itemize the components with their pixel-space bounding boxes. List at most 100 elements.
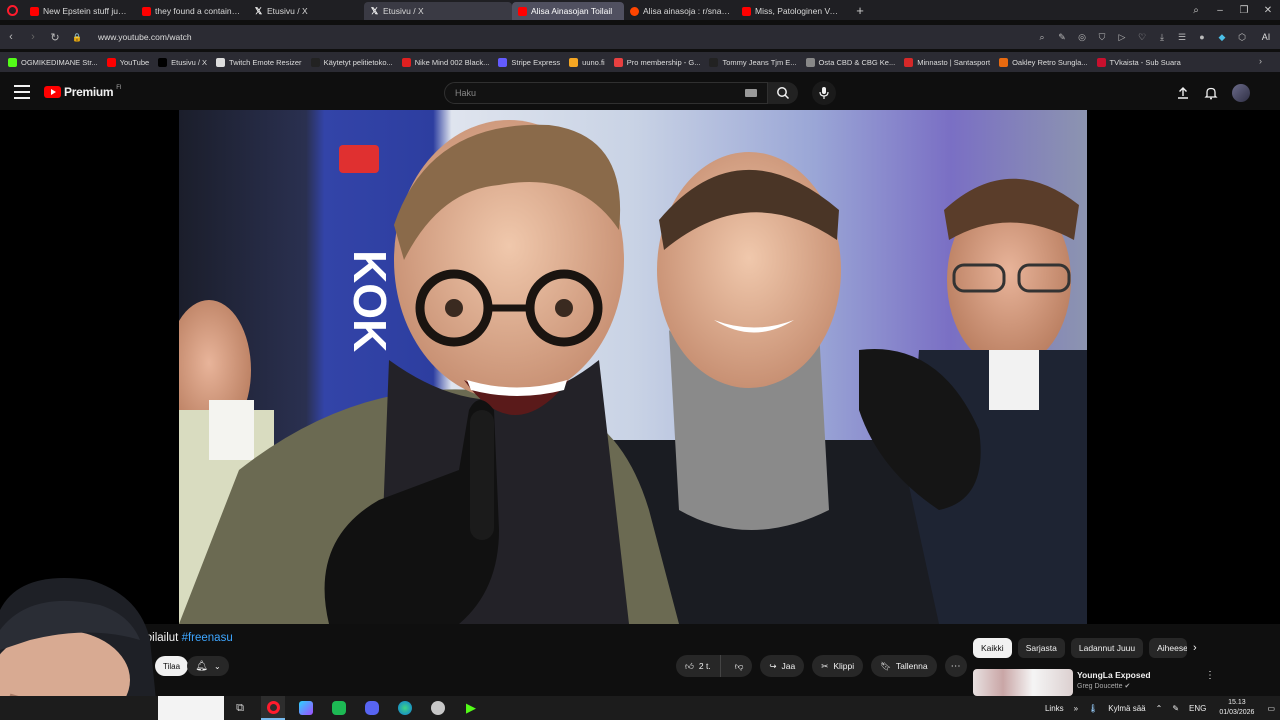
taskbar-search-box[interactable] [158, 696, 224, 720]
shield-icon[interactable]: ⛉ [1092, 32, 1112, 43]
recommended-thumbnail[interactable] [973, 669, 1073, 696]
download-icon[interactable]: ⤓ [1152, 32, 1172, 43]
recommended-channel[interactable]: Greg Doucette ✔ [1077, 682, 1130, 690]
menu-icon[interactable]: ☰ [1172, 32, 1192, 43]
svg-text:KOK: KOK [344, 250, 396, 352]
recommended-title[interactable]: YoungLa Exposed [1077, 670, 1151, 680]
youtube-logo[interactable]: Premium FI [44, 85, 122, 99]
browser-tab[interactable]: they found a container fill [136, 2, 248, 20]
bookmark-item[interactable]: Twitch Emote Resizer [216, 57, 302, 67]
opera-taskbar-icon[interactable] [261, 696, 285, 720]
back-icon[interactable]: ‹ [0, 31, 22, 43]
voice-search-button[interactable] [812, 81, 836, 105]
chip-related[interactable]: Aiheesee [1149, 638, 1188, 658]
new-tab-button[interactable]: + [852, 2, 868, 18]
browser-tab-current[interactable]: Alisa Ainasojan Toilail [512, 2, 624, 20]
notification-settings-button[interactable]: 🔔︎ ⌄ [187, 656, 229, 676]
weather-label[interactable]: Kylmä sää [1103, 704, 1150, 713]
bookmark-item[interactable]: TVkaista - Sub Suara [1096, 57, 1181, 67]
bookmarks-overflow-icon[interactable]: › [1259, 56, 1262, 66]
profile-icon[interactable]: ● [1192, 32, 1212, 42]
save-button[interactable]: 🔖︎ Tallenna [871, 655, 937, 677]
browser-tab[interactable]: 𝕏 Etusivu / X [364, 2, 512, 20]
bookmark-item[interactable]: OGMIKEDIMANE Str... [8, 57, 98, 67]
chevron-right-icon[interactable]: » [1069, 704, 1083, 713]
extension-icon[interactable]: ◆ [1212, 32, 1232, 43]
search-input[interactable] [455, 88, 735, 98]
bookmark-item[interactable]: Osta CBD & CBG Ke... [805, 57, 895, 67]
camera-icon[interactable]: ◎ [1072, 32, 1092, 43]
bookmark-item[interactable]: Nike Mind 002 Black... [401, 57, 489, 67]
hashtag-link[interactable]: #freenasu [182, 632, 233, 644]
clock[interactable]: 15.13 01/03/2026 [1211, 698, 1262, 718]
bookmark-item[interactable]: Etusivu / X [158, 57, 207, 67]
bookmark-item[interactable]: Oakley Retro Sungla... [999, 57, 1088, 67]
recommendation-chips: Kaikki Sarjasta Ladannut Juuu Aiheesee [973, 638, 1188, 658]
bookmark-item[interactable]: Stripe Express [498, 57, 560, 67]
bookmark-item[interactable]: Tommy Jeans Tjm E... [709, 57, 797, 67]
chip-uploader[interactable]: Ladannut Juuu [1070, 638, 1144, 658]
chip-from-series[interactable]: Sarjasta [1017, 638, 1065, 658]
subscribe-button[interactable]: Tilaa [155, 656, 189, 676]
recommended-channel-name: Greg Doucette [1077, 683, 1123, 690]
video-actions: 👍︎ 2 t. 👎︎ ↪ Jaa ✂ Klippi 🔖︎ Tallenna ⋯ [676, 655, 967, 677]
search-icon[interactable]: ⌕ [1032, 32, 1052, 43]
browser-tab[interactable]: 𝕏 Etusivu / X [248, 2, 364, 20]
reload-icon[interactable]: ↻ [44, 31, 66, 44]
spotify-like-taskbar-icon[interactable] [327, 696, 351, 720]
pen-icon[interactable]: ✎ [1167, 704, 1184, 713]
maximize-icon[interactable]: ❐ [1232, 5, 1256, 16]
browser-tab[interactable]: Alisa ainasoja : r/snappis [624, 2, 736, 20]
play-icon[interactable]: ▷ [1112, 32, 1132, 43]
notifications-bell-icon[interactable] [1204, 86, 1218, 100]
more-actions-button[interactable]: ⋯ [944, 655, 967, 677]
more-vertical-icon[interactable]: ⋮ [1205, 670, 1215, 681]
hamburger-menu-icon[interactable] [14, 85, 30, 99]
cube-icon[interactable]: ⬡ [1232, 32, 1252, 43]
bookmark-favicon-icon [569, 57, 579, 67]
bookmark-item[interactable]: Pro membership - G... [613, 57, 700, 67]
browser-tab[interactable]: New Epstein stuff just dro [24, 2, 136, 20]
url-field[interactable]: www.youtube.com/watch [98, 32, 192, 42]
dislike-button[interactable]: 👎︎ [726, 655, 753, 677]
language-indicator[interactable]: ENG [1184, 704, 1211, 713]
app-taskbar-icon[interactable] [294, 696, 318, 720]
bookmark-item[interactable]: YouTube [106, 57, 149, 67]
heart-icon[interactable]: ♡ [1132, 32, 1152, 43]
notifications-icon[interactable]: ▭ [1262, 704, 1280, 713]
video-frame[interactable]: KOK [179, 110, 1087, 624]
weather-icon[interactable]: 🌡︎ [1083, 704, 1103, 713]
chip-all[interactable]: Kaikki [973, 638, 1012, 658]
task-view-icon[interactable]: ⧉ [228, 696, 252, 720]
bookmark-item[interactable]: Minnasto | Santasport [904, 57, 990, 67]
clip-button[interactable]: ✂ Klippi [812, 655, 864, 677]
opera-menu-icon[interactable] [0, 0, 24, 20]
forward-icon[interactable]: › [22, 31, 44, 43]
search-tabs-icon[interactable]: ⌕ [1184, 5, 1208, 16]
video-player[interactable]: KOK [0, 110, 1280, 624]
links-toolbar[interactable]: Links [1040, 704, 1069, 713]
brand-label: Premium [64, 85, 114, 99]
streaming-app-taskbar-icon[interactable]: ▶ [459, 696, 483, 720]
recommended-video[interactable]: YoungLa Exposed Greg Doucette ✔ ⋮ [973, 668, 1273, 698]
avatar[interactable] [1232, 84, 1250, 102]
upload-icon[interactable] [1176, 86, 1190, 100]
settings-taskbar-icon[interactable] [426, 696, 450, 720]
tab-label: they found a container fill [155, 6, 242, 16]
close-icon[interactable]: ✕ [1256, 5, 1280, 16]
edge-taskbar-icon[interactable] [393, 696, 417, 720]
search-button[interactable] [768, 82, 798, 104]
keyboard-icon[interactable] [745, 89, 757, 97]
like-button[interactable]: 👍︎ 2 t. [676, 655, 721, 677]
bookmark-item[interactable]: uuno.fi [569, 57, 605, 67]
bookmark-item[interactable]: Käytetyt pelitietoko... [310, 57, 393, 67]
share-button[interactable]: ↪ Jaa [760, 655, 805, 677]
browser-tab[interactable]: Miss, Patologinen Valehte [736, 2, 848, 20]
chevron-right-icon[interactable]: › [1193, 642, 1197, 654]
edit-icon[interactable]: ✎ [1052, 32, 1072, 43]
minimize-icon[interactable]: – [1208, 5, 1232, 16]
discord-taskbar-icon[interactable] [360, 696, 384, 720]
tray-overflow-icon[interactable]: ⌃ [1151, 704, 1168, 713]
bookmark-label: Twitch Emote Resizer [229, 57, 302, 67]
ai-button[interactable]: AI [1252, 32, 1280, 42]
